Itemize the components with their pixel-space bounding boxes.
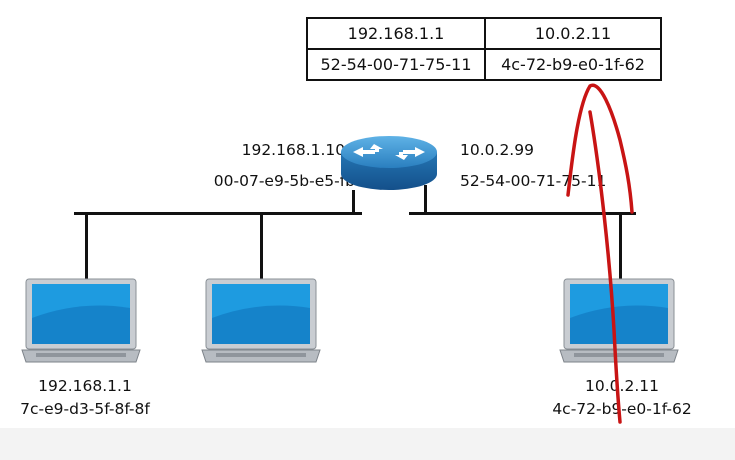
annotation-stroke: [588, 110, 622, 424]
annotation-overlay: [566, 83, 634, 424]
